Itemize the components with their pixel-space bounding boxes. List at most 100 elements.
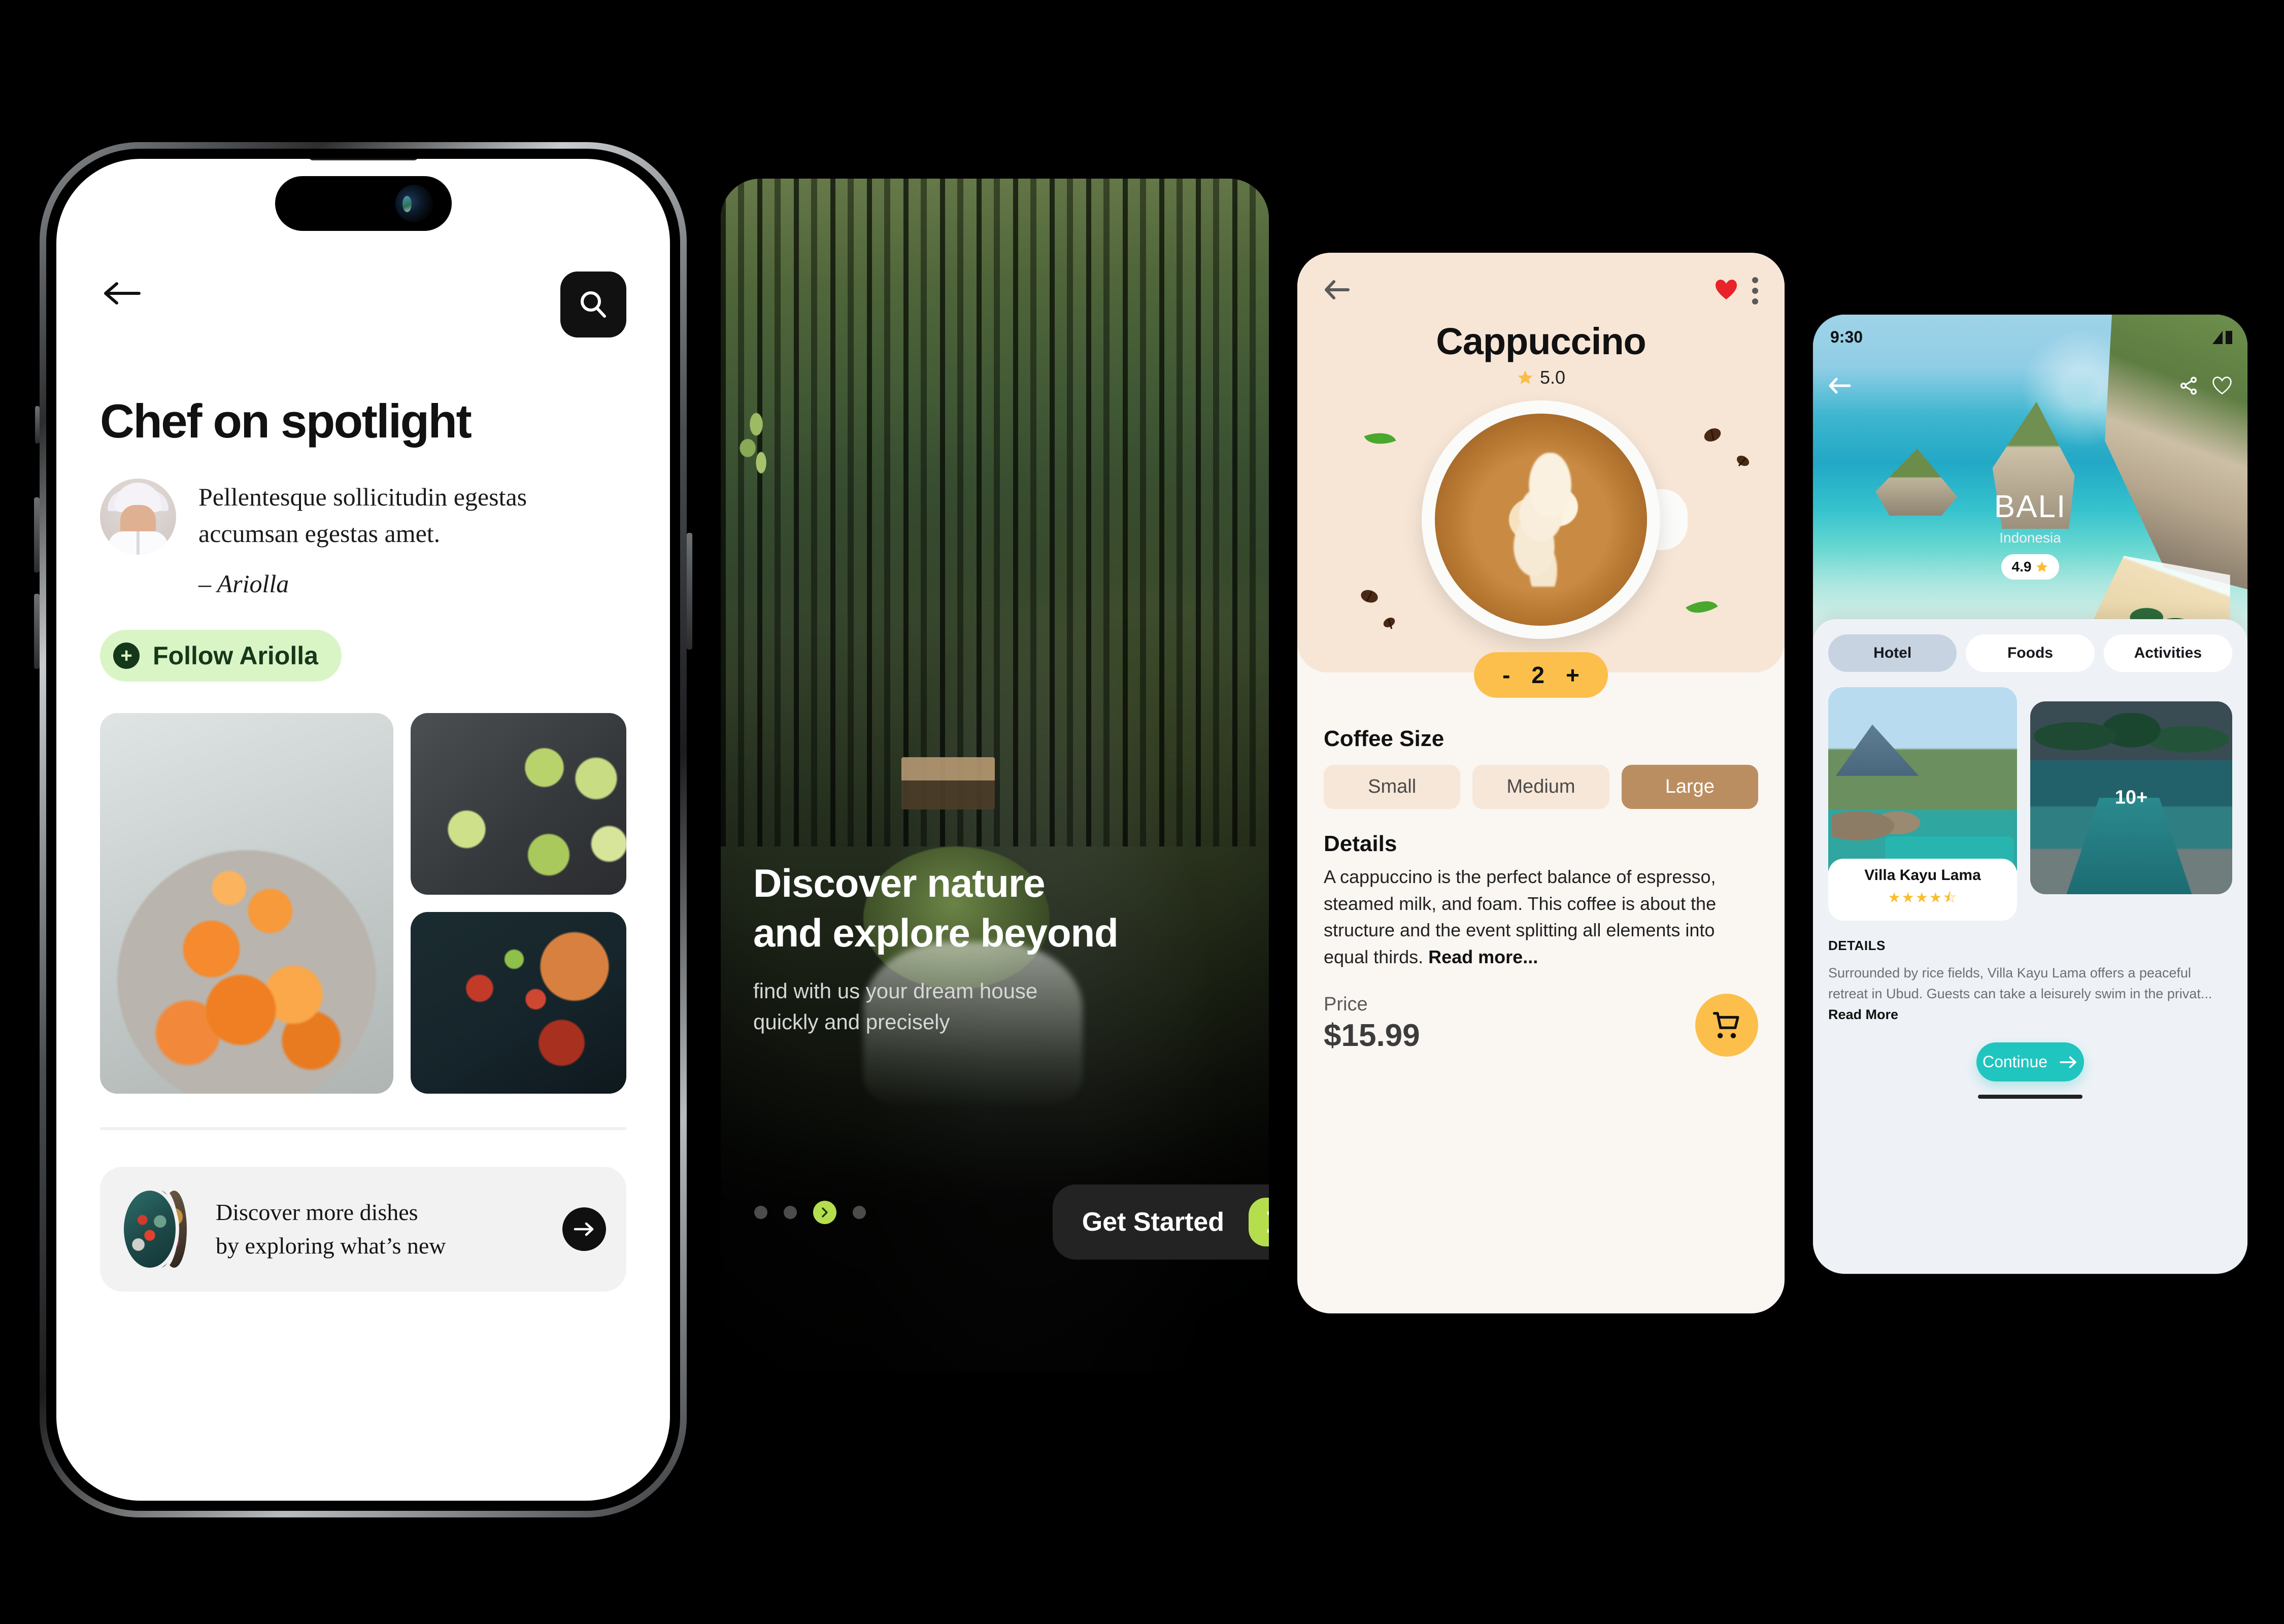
coffee-size-options: Small Medium Large [1324,765,1758,809]
details-text: A cappuccino is the perfect balance of e… [1324,864,1758,970]
coffee-footer: Price $15.99 [1324,994,1758,1057]
quantity-stepper[interactable]: - 2 + [1474,652,1608,698]
get-started-button[interactable]: Get Started [1052,1185,1269,1260]
signal-bar [2226,330,2232,344]
chevron-right-icon [822,1207,828,1217]
gallery-image-grilled-salmon[interactable] [411,912,626,1094]
quantity-value: 2 [1531,662,1545,688]
star-icon [1518,370,1533,384]
bali-hero-image: 9:30 BALI Indonesia 4.9 [1813,315,2247,650]
favorite-button[interactable] [2212,376,2232,398]
tab-foods[interactable]: Foods [1966,634,2095,672]
add-to-cart-button[interactable] [1695,994,1758,1057]
phone-volume-down-button[interactable] [34,594,40,669]
hotel-card-more-photos[interactable]: 10+ [2030,701,2232,894]
back-button[interactable] [100,272,144,315]
arrow-right-icon [2060,1056,2076,1068]
quantity-decrease-button[interactable]: - [1502,663,1510,687]
search-button[interactable] [560,272,626,337]
onboarding-subtext-line2: quickly and precisely [753,1009,950,1034]
read-more-link[interactable]: Read more... [1428,946,1538,967]
coffee-bean-4 [1382,616,1397,629]
pagination-dot-4[interactable] [853,1206,866,1219]
hotel-card-villa-kayu-lama[interactable]: Villa Kayu Lama ★★★★⯪ [1828,687,2017,921]
onboarding-subtext: find with us your dream house quickly an… [753,976,1236,1038]
size-option-large[interactable]: Large [1621,765,1758,809]
price-block: Price $15.99 [1324,994,1420,1054]
rating-value: 5.0 [1539,367,1566,388]
gallery-image-carrot-salad[interactable] [100,713,393,1094]
back-button[interactable] [1324,279,1351,303]
read-more-link[interactable]: Read More [1828,1007,1898,1022]
coffee-size-heading: Coffee Size [1324,726,1445,751]
size-option-small[interactable]: Small [1324,765,1461,809]
back-arrow-icon [1325,280,1350,299]
latte-art [1484,453,1598,587]
follow-button-label: Follow Ariolla [153,641,318,670]
discover-more-card[interactable]: Discover more dishes by exploring what’s… [100,1167,626,1292]
front-camera-icon [395,185,433,222]
villa-mountain [1835,724,1919,776]
tab-hotel[interactable]: Hotel [1828,634,1957,672]
plus-icon: + [113,642,140,669]
app-screen-nature-onboarding: Discover nature and explore beyond find … [721,179,1269,1371]
app-screen-chef-spotlight: Chef on spotlight Pellentesque sollicitu… [56,159,670,1501]
dynamic-island [275,176,452,231]
details-heading: DETAILS [1828,938,1886,953]
get-started-label: Get Started [1082,1207,1224,1237]
app-screen-coffee-detail: Cappuccino 5.0 - 2 + Coffee Size Small M… [1297,253,1785,1313]
pool-water [2066,798,2192,894]
phone-power-button[interactable] [687,533,692,650]
arrow-right-icon [574,1222,594,1236]
discover-card-text: Discover more dishes by exploring what’s… [216,1196,544,1263]
quantity-increase-button[interactable]: + [1566,663,1580,687]
forest-trees-texture [721,179,1269,847]
back-button[interactable] [1828,377,1852,397]
details-heading: Details [1324,831,1397,856]
share-button[interactable] [2178,376,2199,398]
kebab-dot-3 [1752,298,1758,304]
tab-activities[interactable]: Activities [2103,634,2232,672]
hotel-star-rating: ★★★★⯪ [1888,890,1958,905]
continue-button[interactable]: Continue [1976,1042,2084,1082]
coffee-topbar [1324,277,1758,304]
favorite-button[interactable] [1715,279,1738,303]
bali-nav-actions [2178,376,2232,398]
kebab-dot-2 [1752,288,1758,294]
section-divider [100,1127,626,1130]
discover-card-arrow-button[interactable] [562,1207,606,1251]
carousel-pagination[interactable] [754,1201,866,1224]
destination-header: BALI Indonesia 4.9 [1813,491,2247,580]
hotel-name: Villa Kayu Lama [1864,867,1981,884]
gallery-image-avocado-toast[interactable] [411,713,626,895]
coffee-body-section: Coffee Size Small Medium Large Details A… [1297,672,1785,1057]
leaf-decoration-2 [1686,593,1718,621]
shopping-cart-icon [1712,1012,1739,1039]
foreground-leaf-decoration [732,397,793,488]
coffee-topbar-actions [1715,277,1758,304]
pagination-dot-2[interactable] [784,1206,797,1219]
destination-rating-value: 4.9 [2011,559,2032,574]
phone-silent-switch[interactable] [35,406,40,444]
pagination-dot-3-active[interactable] [813,1201,836,1224]
size-option-medium[interactable]: Medium [1472,765,1609,809]
coffee-cup [1422,400,1660,639]
wooden-bench [901,757,995,810]
page-title: Chef on spotlight [100,394,472,448]
price-label: Price [1324,994,1368,1016]
more-photos-badge: 10+ [2114,787,2148,808]
coffee-hero-section: Cappuccino 5.0 - 2 + [1297,253,1785,698]
status-time: 9:30 [1830,328,1863,346]
star-icon [2036,561,2048,572]
pagination-dot-1[interactable] [754,1206,767,1219]
phone-bezel: Chef on spotlight Pellentesque sollicitu… [46,149,680,1511]
follow-chef-button[interactable]: + Follow Ariolla [100,630,342,682]
phone-volume-up-button[interactable] [34,497,40,572]
home-indicator [1978,1095,2083,1099]
onboarding-headline-line1: Discover nature [753,861,1046,905]
destination-rating-badge: 4.9 [2001,554,2059,580]
chef-quote: Pellentesque sollicitudin egestas accums… [198,483,527,548]
search-icon [581,291,606,318]
kebab-menu-button[interactable] [1752,277,1758,304]
chef-quote-block: Pellentesque sollicitudin egestas accums… [198,479,626,598]
